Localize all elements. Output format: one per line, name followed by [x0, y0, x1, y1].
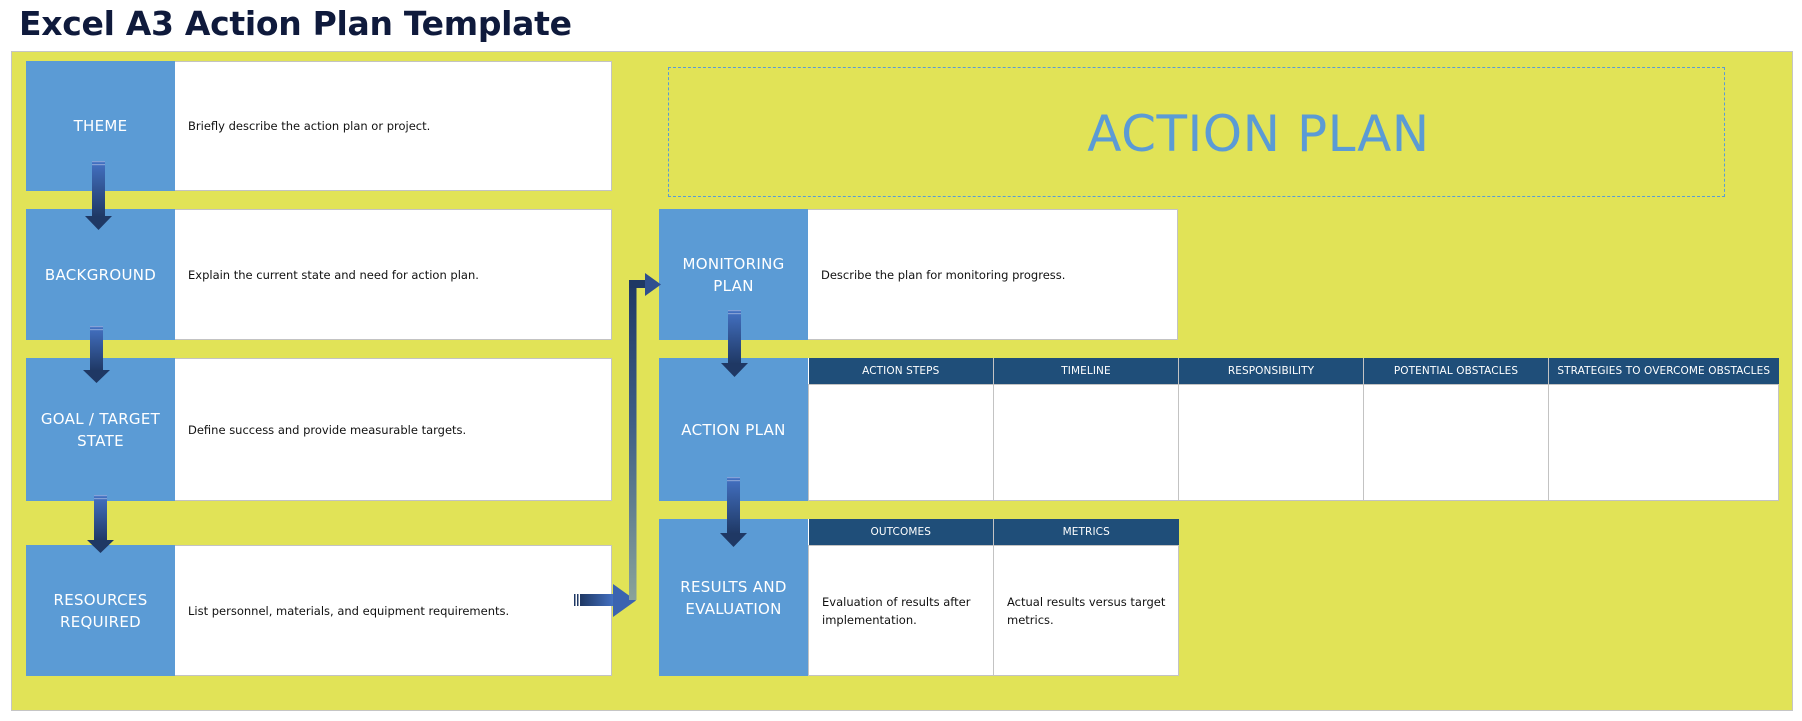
down-arrow-icon [85, 161, 112, 230]
down-arrow-icon [87, 495, 114, 553]
right-arrow-icon [574, 584, 636, 617]
flow-arrows [83, 161, 748, 617]
down-arrow-icon [83, 326, 110, 383]
down-arrow-icon [721, 310, 748, 377]
down-arrow-icon [720, 477, 747, 547]
elbow-connector-arrow-icon [629, 273, 661, 600]
